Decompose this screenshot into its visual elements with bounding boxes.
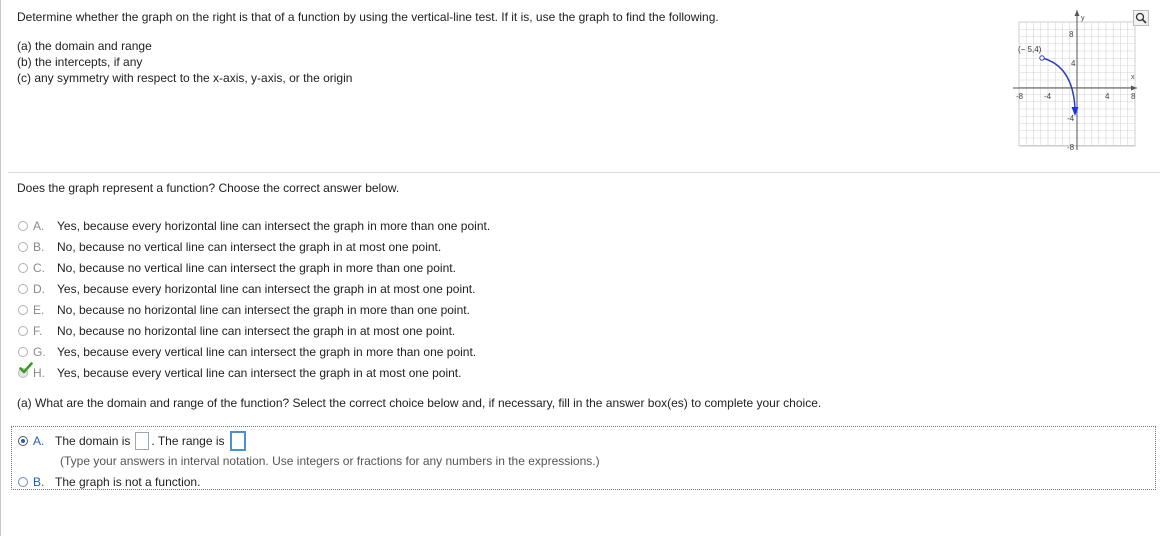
choice-text: Yes, because every horizontal line can i… xyxy=(57,219,491,233)
point-label: (− 5,4) xyxy=(1018,45,1042,54)
answer-hint: (Type your answers in interval notation.… xyxy=(60,454,600,468)
answer-choice-b[interactable]: B. The graph is not a function. xyxy=(18,472,200,492)
choice-letter: A. xyxy=(33,434,45,448)
answer-choice-a[interactable]: A. The domain is . The range is xyxy=(18,431,248,451)
radio-button[interactable] xyxy=(18,326,28,336)
y-tick-label: -4 xyxy=(1067,114,1075,123)
instruction-text: Determine whether the graph on the right… xyxy=(17,10,719,24)
choice-f[interactable]: F. No, because no horizontal line can in… xyxy=(18,321,455,341)
choice-letter: B. xyxy=(33,240,45,254)
choice-letter: E. xyxy=(33,303,45,317)
radio-button[interactable] xyxy=(18,305,28,315)
radio-button[interactable] xyxy=(18,347,28,357)
question-prompt: (a) What are the domain and range of the… xyxy=(17,396,822,410)
y-axis-arrow-icon xyxy=(1074,10,1080,16)
x-tick-label: -8 xyxy=(1016,92,1024,101)
choice-letter: D. xyxy=(33,282,45,296)
choice-text: Yes, because every vertical line can int… xyxy=(57,345,477,359)
choice-c[interactable]: C. No, because no vertical line can inte… xyxy=(18,258,456,278)
correct-check-icon xyxy=(19,362,33,374)
choice-letter: A. xyxy=(33,219,45,233)
radio-button[interactable] xyxy=(18,242,28,252)
radio-button[interactable] xyxy=(18,221,28,231)
y-tick-label: -8 xyxy=(1067,143,1075,150)
choice-text: No, because no horizontal line can inter… xyxy=(57,324,456,338)
range-label: . The range is xyxy=(151,434,225,448)
choice-text: The graph is not a function. xyxy=(55,475,201,489)
x-tick-label: -4 xyxy=(1044,92,1052,101)
x-axis-label: x xyxy=(1131,74,1135,81)
instruction-part-c: (c) any symmetry with respect to the x-a… xyxy=(17,71,353,85)
question-prompt: Does the graph represent a function? Cho… xyxy=(17,181,400,195)
section-divider xyxy=(8,172,1160,173)
choice-d[interactable]: D. Yes, because every horizontal line ca… xyxy=(18,279,475,299)
function-graph[interactable]: y x 8 4 -4 -8 -8 -4 4 8 (− 5,4) xyxy=(1013,8,1138,150)
choice-letter: C. xyxy=(33,261,45,275)
radio-button[interactable] xyxy=(18,477,28,487)
radio-button-selected[interactable] xyxy=(18,436,28,446)
radio-button[interactable] xyxy=(18,263,28,273)
zoom-icon[interactable] xyxy=(1133,10,1149,26)
y-tick-label: 8 xyxy=(1069,30,1074,39)
choice-letter: G. xyxy=(33,345,46,359)
domain-input[interactable] xyxy=(135,432,150,450)
open-endpoint xyxy=(1039,55,1045,61)
x-tick-label: 4 xyxy=(1105,92,1110,101)
choice-b[interactable]: B. No, because no vertical line can inte… xyxy=(18,237,441,257)
instruction-part-a: (a) the domain and range xyxy=(17,39,152,53)
choice-h[interactable]: H. Yes, because every vertical line can … xyxy=(18,363,461,383)
instruction-part-b: (b) the intercepts, if any xyxy=(17,55,143,69)
radio-button[interactable] xyxy=(18,284,28,294)
y-axis-label: y xyxy=(1081,15,1085,22)
domain-label: The domain is xyxy=(55,434,131,448)
choice-letter: F. xyxy=(33,324,43,338)
left-border xyxy=(0,0,1,536)
choice-letter: B. xyxy=(33,475,45,489)
choice-e[interactable]: E. No, because no horizontal line can in… xyxy=(18,300,470,320)
choice-text: No, because no horizontal line can inter… xyxy=(57,303,470,317)
choice-letter: H. xyxy=(33,366,45,380)
choice-text: No, because no vertical line can interse… xyxy=(57,261,456,275)
choice-text: No, because no vertical line can interse… xyxy=(57,240,442,254)
x-tick-label: 8 xyxy=(1131,92,1136,101)
choice-g[interactable]: G. Yes, because every vertical line can … xyxy=(18,342,476,362)
y-tick-label: 4 xyxy=(1071,59,1076,68)
choice-text: Yes, because every horizontal line can i… xyxy=(57,282,476,296)
range-input[interactable] xyxy=(229,431,246,451)
choice-a[interactable]: A. Yes, because every horizontal line ca… xyxy=(18,216,490,236)
choice-text: Yes, because every vertical line can int… xyxy=(57,366,462,380)
